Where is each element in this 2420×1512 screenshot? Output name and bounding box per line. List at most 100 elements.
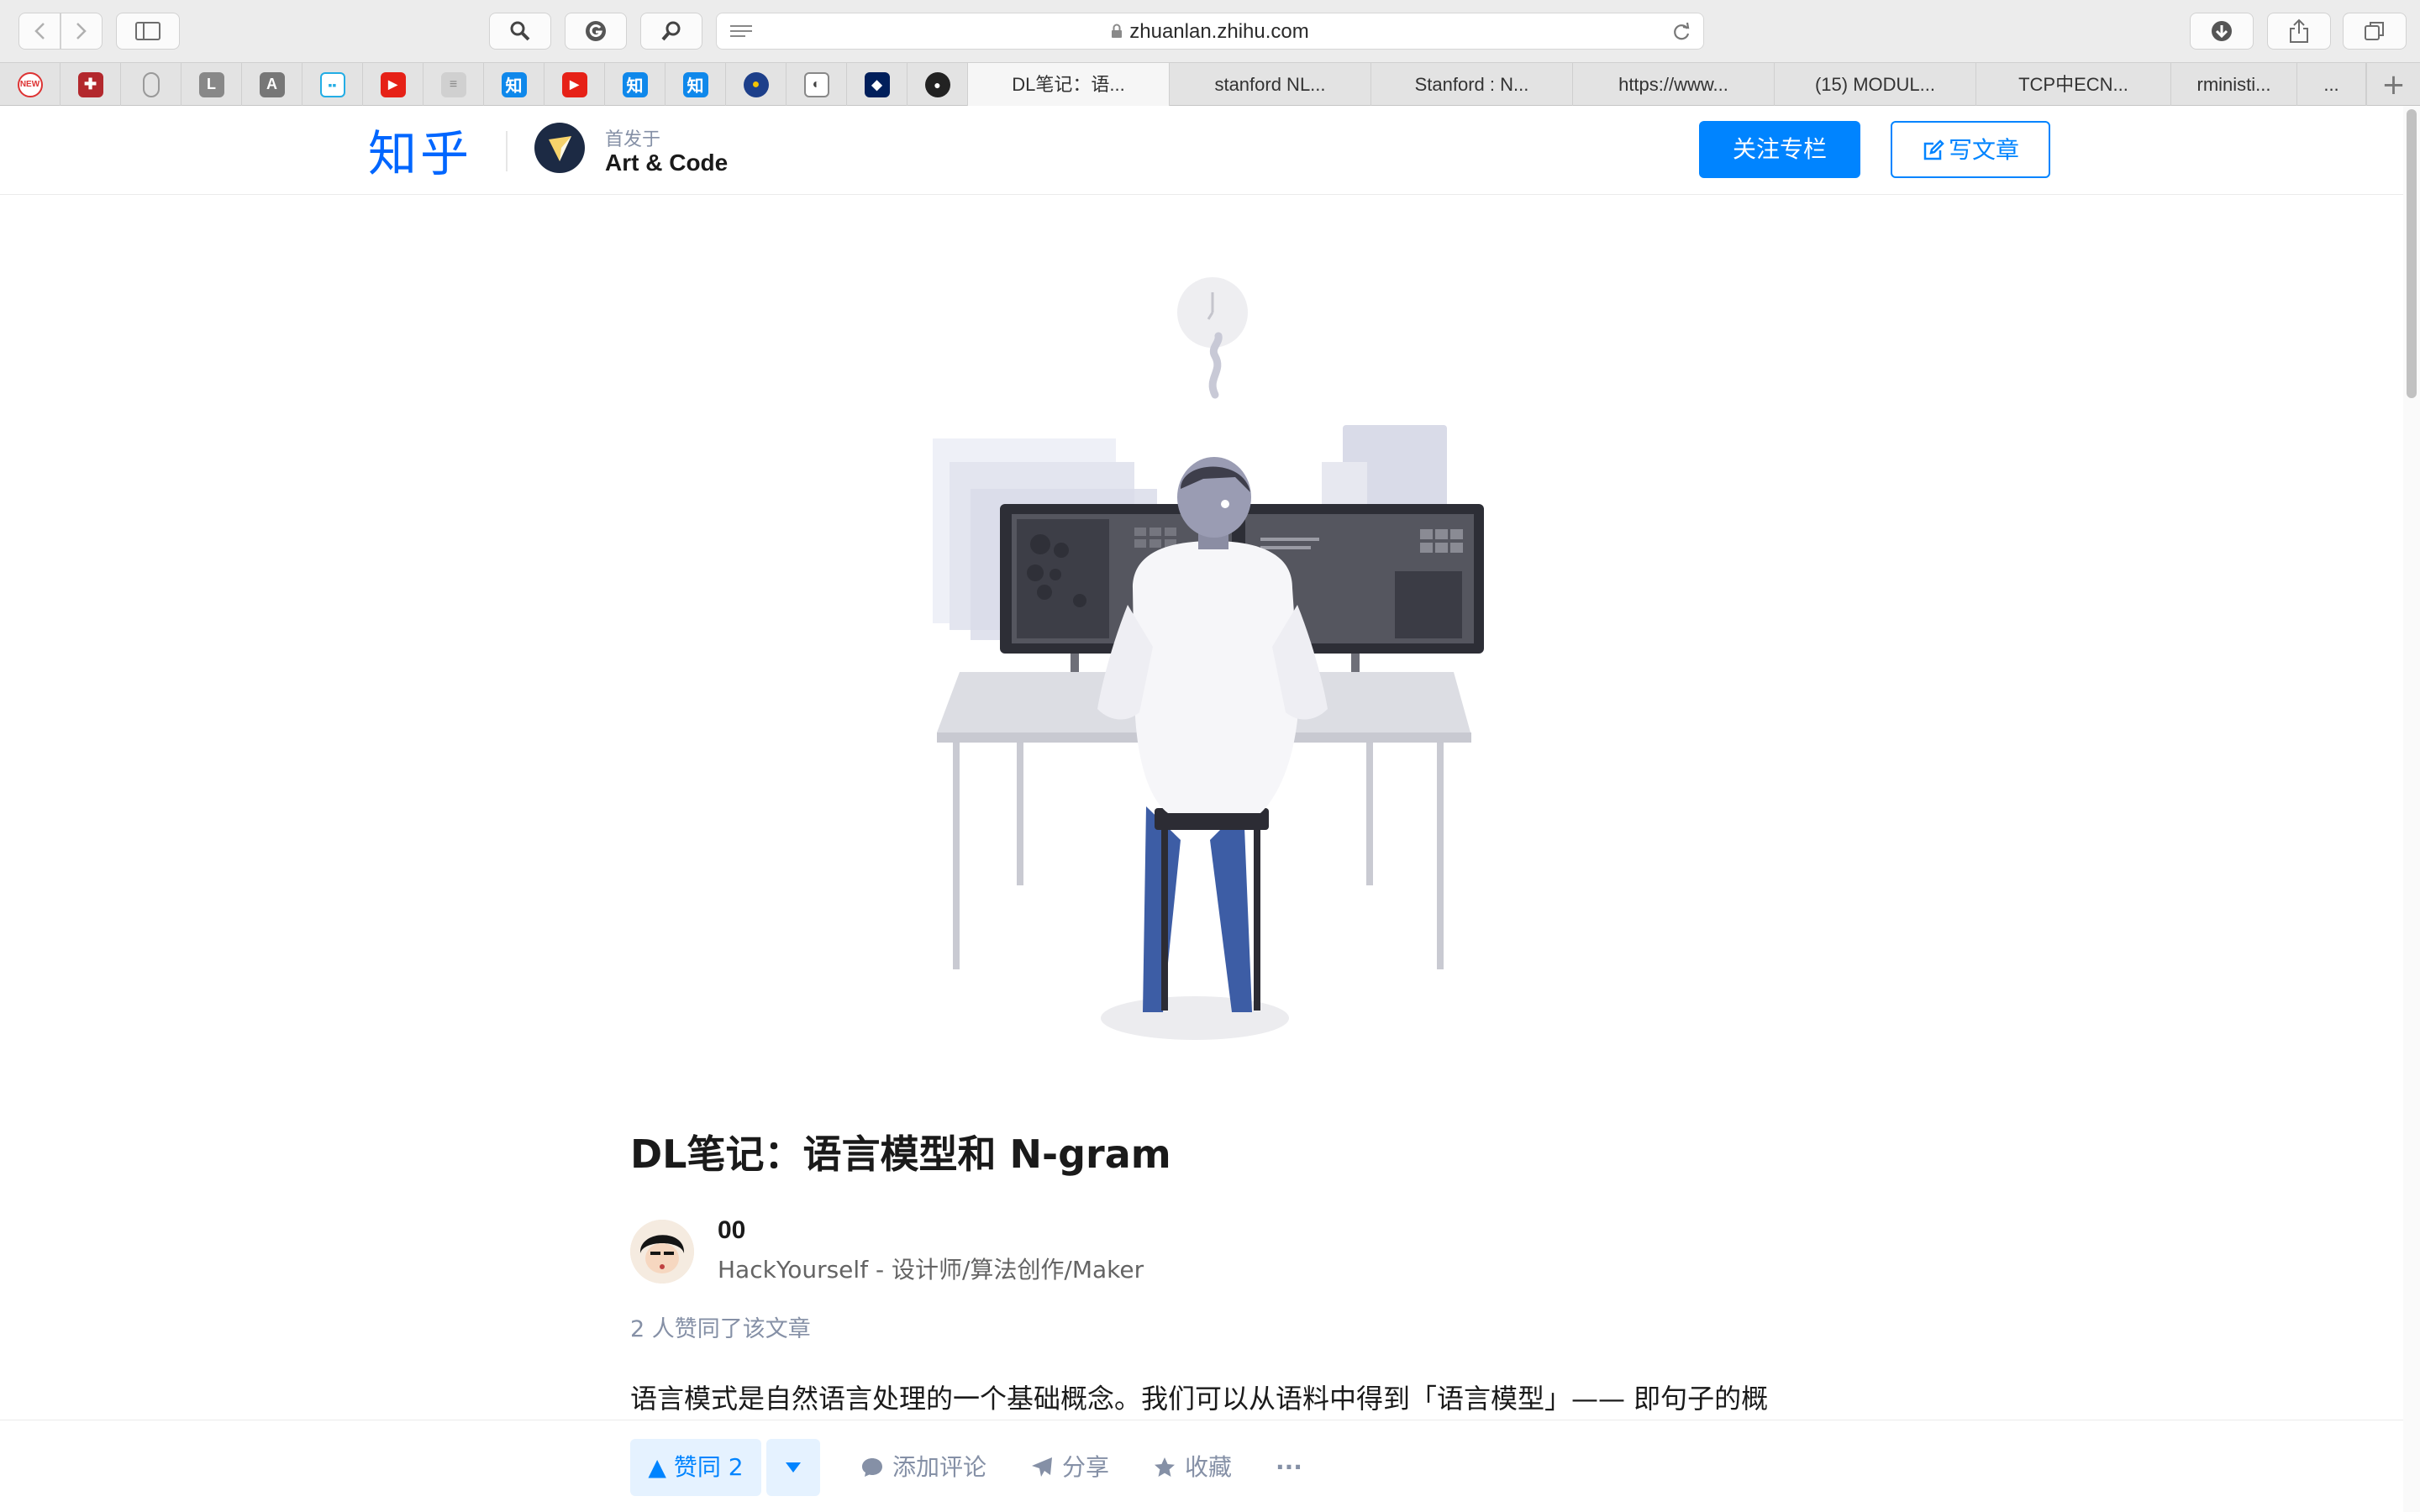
- url-text: zhuanlan.zhihu.com: [1129, 20, 1309, 43]
- zhihu-icon: 知: [622, 71, 648, 97]
- mint-icon: ●: [743, 71, 769, 97]
- reload-icon[interactable]: [1671, 22, 1691, 42]
- comment-icon: [862, 1458, 882, 1477]
- write-article-label: 写文章: [1948, 136, 2019, 164]
- lock-icon: [1112, 24, 1123, 38]
- tab-0[interactable]: DL笔记：语...: [968, 63, 1170, 106]
- penn-icon: ◆: [864, 71, 890, 97]
- favorite-penn[interactable]: ◆: [847, 63, 908, 106]
- favorite-youtube[interactable]: ▶: [363, 63, 424, 106]
- youtube-icon: ▶: [561, 71, 587, 97]
- article-title: DL笔记：语言模型和 N-gram: [630, 1131, 1171, 1177]
- column-avatar[interactable]: [534, 123, 585, 173]
- new-tab-button[interactable]: +: [2366, 63, 2420, 106]
- article-action-bar: ▲ 赞同 2 添加评论 分享 收藏 ···: [0, 1420, 2403, 1512]
- grammarly-icon: [586, 21, 606, 41]
- tabs-overview-button[interactable]: [2343, 13, 2407, 50]
- author-bio: HackYourself - 设计师/算法创作/Maker: [718, 1256, 1144, 1284]
- tab-6[interactable]: rministi...: [2171, 63, 2297, 106]
- letter-l-icon: L: [198, 71, 224, 97]
- paper-plane-icon: [1032, 1457, 1052, 1477]
- favorite-article-button[interactable]: 收藏: [1153, 1439, 1232, 1496]
- bilibili-icon: ▪▪: [319, 71, 345, 97]
- follow-column-button[interactable]: 关注专栏: [1699, 121, 1860, 178]
- browser-window: zhuanlan.zhihu.com NEW ✚ L A ▪▪ ▶ ≡ 知 ▶ …: [0, 0, 2420, 1512]
- author-name[interactable]: 00: [718, 1216, 745, 1245]
- write-article-button[interactable]: 写文章: [1891, 121, 2050, 178]
- downloads-button[interactable]: [2190, 13, 2254, 50]
- forward-button[interactable]: [60, 13, 103, 50]
- avatar-icon: [630, 1220, 694, 1284]
- add-comment-button[interactable]: 添加评论: [860, 1439, 986, 1496]
- address-bar[interactable]: zhuanlan.zhihu.com: [716, 13, 1704, 50]
- share-button[interactable]: [2267, 13, 2331, 50]
- sidebar-button[interactable]: [116, 13, 180, 50]
- upvote-button[interactable]: ▲ 赞同 2: [630, 1439, 761, 1496]
- favorite-crest[interactable]: ✚: [60, 63, 121, 106]
- favorite-zhihu-3[interactable]: 知: [666, 63, 726, 106]
- header-divider: [506, 131, 508, 171]
- sidebar-icon: [135, 22, 160, 40]
- favorite-bilibili[interactable]: ▪▪: [302, 63, 363, 106]
- favorite-grid[interactable]: ≡: [424, 63, 484, 106]
- favorite-a[interactable]: A: [242, 63, 302, 106]
- first-published-label: 首发于: [605, 129, 661, 150]
- zhihu-header: 知乎 首发于 Art & Code 关注专栏 写文章: [0, 106, 2403, 195]
- browser-toolbar: zhuanlan.zhihu.com: [0, 0, 2420, 62]
- tab-1[interactable]: stanford NL...: [1170, 63, 1371, 106]
- author-avatar[interactable]: [630, 1220, 694, 1284]
- grid-icon: ≡: [440, 71, 466, 97]
- favorite-youtube-2[interactable]: ▶: [544, 63, 605, 106]
- grammarly-button[interactable]: [565, 13, 627, 50]
- zhihu-logo[interactable]: 知乎: [368, 114, 472, 185]
- mouse-icon: [142, 71, 160, 97]
- comment-label: 添加评论: [892, 1453, 987, 1481]
- favorite-zhihu-2[interactable]: 知: [605, 63, 666, 106]
- tab-2[interactable]: Stanford : N...: [1371, 63, 1573, 106]
- triangle-down-icon: [786, 1462, 801, 1473]
- zhihu-icon: 知: [501, 71, 527, 97]
- column-name[interactable]: Art & Code: [605, 150, 728, 176]
- share-article-button[interactable]: 分享: [1030, 1439, 1109, 1496]
- column-logo-icon: [549, 136, 571, 161]
- favorites-tab-bar: NEW ✚ L A ▪▪ ▶ ≡ 知 ▶ 知 知 ● ◐ ◆ ● DL笔记：语.…: [0, 62, 2420, 106]
- url-host: zhuanlan.zhihu.com: [717, 13, 1703, 50]
- scrollbar-thumb[interactable]: [2407, 109, 2417, 398]
- more-actions-button[interactable]: ···: [1276, 1439, 1302, 1496]
- favorite-mint[interactable]: ●: [726, 63, 786, 106]
- edit-icon: [1923, 139, 1944, 160]
- star-icon: [1155, 1457, 1175, 1477]
- search-extension-button[interactable]: [489, 13, 551, 50]
- github-icon: ●: [924, 71, 950, 97]
- favorite-doc[interactable]: ◐: [786, 63, 847, 106]
- tab-4[interactable]: (15) MODUL...: [1775, 63, 1976, 106]
- tabs-icon: [2365, 22, 2384, 40]
- tab-7[interactable]: ...: [2297, 63, 2366, 106]
- favorite-l[interactable]: L: [182, 63, 242, 106]
- find-button[interactable]: [640, 13, 702, 50]
- favorite-mouse[interactable]: [121, 63, 182, 106]
- back-button[interactable]: [18, 13, 60, 50]
- favorite-github[interactable]: ●: [908, 63, 968, 106]
- zhihu-icon: 知: [682, 71, 708, 97]
- new-icon: NEW: [17, 71, 43, 97]
- tab-5[interactable]: TCP中ECN...: [1976, 63, 2171, 106]
- letter-a-icon: A: [259, 71, 285, 97]
- tab-3[interactable]: https://www...: [1573, 63, 1775, 106]
- magnifier-icon: [661, 21, 681, 41]
- youtube-icon: ▶: [380, 71, 406, 97]
- favorite-zhihu-1[interactable]: 知: [484, 63, 544, 106]
- favorite-label: 收藏: [1185, 1453, 1233, 1481]
- crest-icon: ✚: [77, 71, 103, 97]
- chevron-right-icon: [76, 23, 87, 39]
- share-label: 分享: [1062, 1453, 1110, 1481]
- steam-shape: [1208, 332, 1223, 399]
- download-icon: [2212, 21, 2232, 41]
- title-illustration: [933, 277, 1484, 1040]
- likes-count[interactable]: 2 人赞同了该文章: [630, 1310, 811, 1343]
- doc-icon: ◐: [803, 71, 829, 97]
- share-icon: [2290, 18, 2308, 43]
- search-icon: [510, 21, 530, 41]
- favorite-new[interactable]: NEW: [0, 63, 60, 106]
- downvote-button[interactable]: [766, 1439, 820, 1496]
